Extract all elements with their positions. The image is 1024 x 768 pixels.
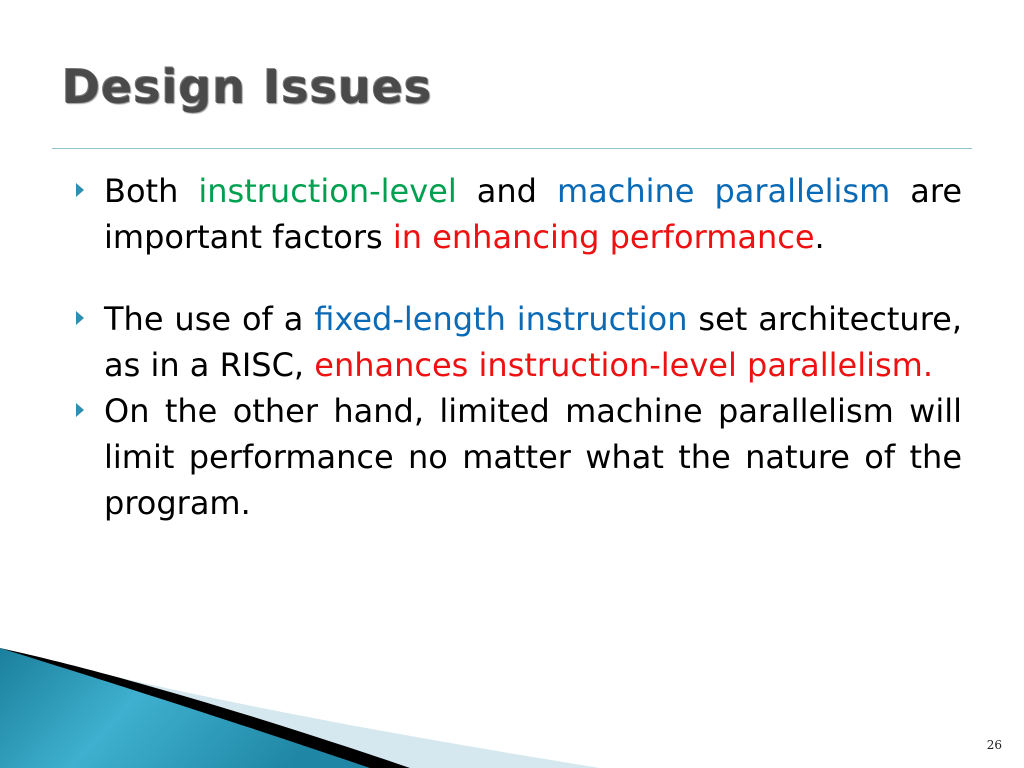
triangle-bullet-icon [76, 403, 84, 417]
text-segment: Both [104, 172, 199, 210]
corner-swoosh-decoration [0, 648, 600, 768]
text-segment: On the other hand, limited machine paral… [104, 392, 962, 522]
text-segment: instruction-level [198, 172, 457, 210]
page-number: 26 [986, 738, 1002, 752]
text-segment: enhances instruction-level parallelism. [314, 346, 933, 384]
text-segment: . [814, 218, 825, 256]
bullet-list: Both instruction-level and machine paral… [74, 168, 962, 526]
triangle-bullet-icon [76, 311, 84, 325]
text-segment: fixed-length instruction [314, 300, 688, 338]
title-divider [52, 148, 972, 149]
bullet-item: The use of a fixed-length instruction se… [74, 296, 962, 388]
swoosh-teal-band [0, 648, 370, 768]
triangle-bullet-icon [76, 183, 84, 197]
slide-title: Design Issues [62, 60, 433, 114]
text-segment: and [456, 172, 557, 210]
bullet-item: On the other hand, limited machine paral… [74, 388, 962, 526]
text-segment: machine parallelism [556, 172, 891, 210]
bullet-item: Both instruction-level and machine paral… [74, 168, 962, 260]
text-segment: in enhancing performance [392, 218, 815, 256]
text-segment: The use of a [104, 300, 315, 338]
